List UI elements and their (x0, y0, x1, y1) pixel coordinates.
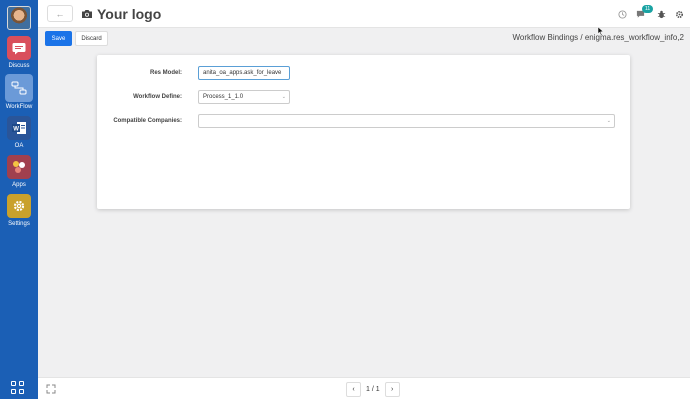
chevron-down-icon: ⌄ (281, 94, 286, 100)
app-grid-icon[interactable] (11, 381, 25, 395)
logo-text: Your logo (97, 6, 162, 22)
discard-button[interactable]: Discard (75, 31, 108, 46)
chevron-left-icon: ‹ (352, 385, 355, 393)
res-model-field[interactable]: anita_oa_apps.ask_for_leave (198, 66, 290, 80)
sidebar-app-label: Apps (12, 182, 26, 188)
back-button[interactable]: ← (47, 5, 73, 22)
sidebar-app-apps[interactable]: Apps (0, 153, 38, 191)
camera-icon (82, 10, 92, 18)
arrow-left-icon: ← (55, 8, 65, 19)
workflow-icon (5, 74, 33, 102)
pager-value[interactable]: 1 / 1 (366, 386, 380, 393)
chevron-right-icon: › (390, 385, 394, 393)
fullscreen-icon[interactable] (46, 384, 56, 394)
compatible-companies-label: Compatible Companies: (113, 118, 182, 124)
workflow-define-field[interactable]: Process_1_1.0 ⌄ (198, 90, 290, 104)
bug-icon[interactable] (657, 10, 666, 19)
settings-gear-icon[interactable] (675, 10, 684, 19)
save-button[interactable]: Save (45, 31, 72, 46)
control-panel: Save Discard Workflow Bindings / enigma.… (38, 28, 690, 48)
compatible-companies-field[interactable]: ⌄ (198, 114, 615, 128)
sidebar: Discuss WorkFlow W OA Apps Settings (0, 0, 38, 399)
bottom-bar: ‹ 1 / 1 › (38, 377, 690, 399)
company-logo: Your logo (81, 4, 161, 24)
user-avatar[interactable] (7, 6, 31, 30)
pager-previous-button[interactable]: ‹ (346, 381, 361, 397)
top-bar: ← Your logo 11 (38, 0, 690, 28)
sidebar-app-workflow[interactable]: WorkFlow (0, 72, 38, 112)
res-model-value: anita_oa_apps.ask_for_leave (203, 70, 282, 76)
svg-text:W: W (13, 127, 19, 133)
sidebar-app-label: Discuss (8, 63, 30, 69)
sidebar-app-label: WorkFlow (5, 104, 33, 110)
res-model-label: Res Model: (149, 70, 182, 76)
messages-button[interactable]: 11 (636, 5, 654, 19)
chevron-down-icon: ⌄ (606, 118, 611, 124)
apps-icon (7, 155, 31, 179)
message-count-badge: 11 (642, 5, 654, 13)
clock-icon[interactable] (618, 9, 627, 19)
workflow-define-value: Process_1_1.0 (203, 94, 244, 100)
form-sheet: Res Model: anita_oa_apps.ask_for_leave W… (97, 55, 630, 209)
sidebar-app-discuss[interactable]: Discuss (0, 36, 38, 72)
sidebar-app-label: Settings (8, 221, 30, 227)
mouse-cursor-icon (597, 26, 604, 36)
systray: 11 (618, 5, 684, 22)
workflow-define-label: Workflow Define: (133, 94, 182, 100)
sidebar-app-label: OA (14, 143, 24, 149)
gear-icon (7, 194, 31, 218)
chat-icon (7, 36, 31, 60)
word-icon: W (7, 116, 31, 140)
sidebar-app-oa[interactable]: W OA (0, 114, 38, 152)
sidebar-app-settings[interactable]: Settings (0, 192, 38, 230)
pager-next-button[interactable]: › (384, 381, 400, 397)
pager: ‹ 1 / 1 › (346, 381, 400, 397)
